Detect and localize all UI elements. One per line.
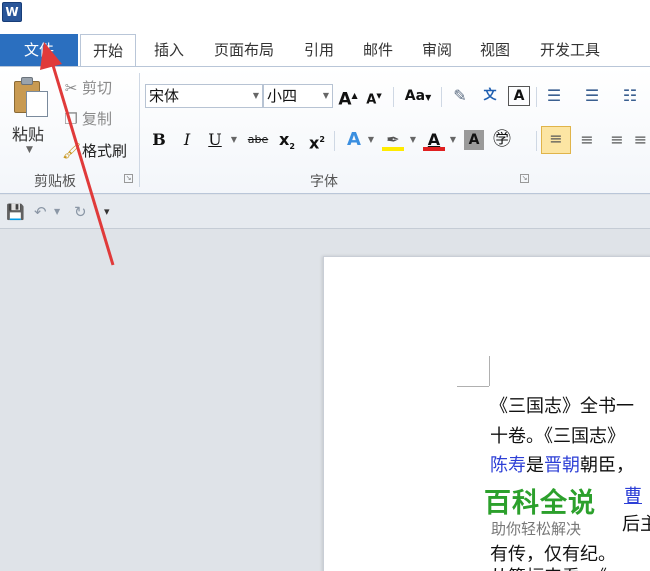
annotation-arrow-head: [40, 42, 62, 70]
annotation-arrow-shaft: [50, 61, 115, 266]
annotation-arrow: [40, 42, 115, 266]
